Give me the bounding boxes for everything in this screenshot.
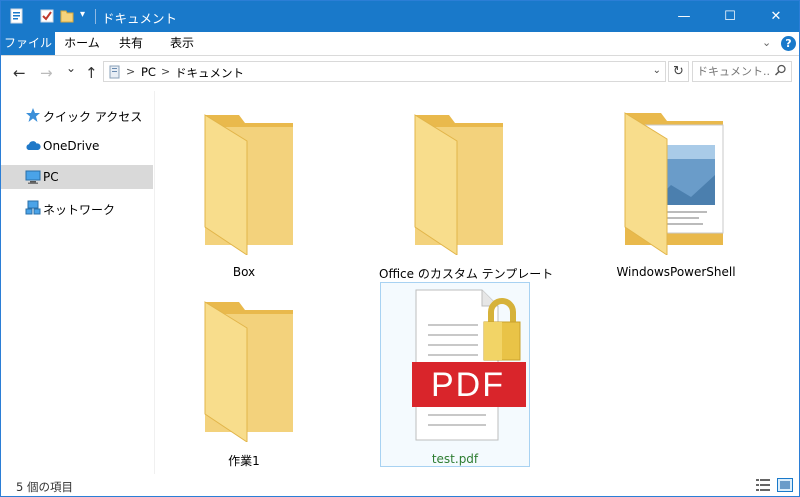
file-item-windowspowershell[interactable]: WindowsPowerShell bbox=[601, 105, 751, 290]
pdf-badge: PDF bbox=[431, 366, 505, 404]
file-name: Office のカスタム テンプレート bbox=[379, 267, 554, 281]
details-view-icon[interactable] bbox=[755, 478, 771, 492]
folder-icon bbox=[204, 301, 293, 442]
breadcrumb-documents[interactable]: ドキュメント bbox=[175, 65, 244, 81]
quick-access-dropdown-icon[interactable]: ▾ bbox=[80, 9, 85, 20]
help-button[interactable]: ? bbox=[781, 36, 796, 51]
up-button[interactable]: ↑ bbox=[85, 64, 98, 82]
large-icons-view-icon[interactable] bbox=[777, 478, 793, 492]
ribbon: ファイル ホーム 共有 表示 ⌄ ? bbox=[1, 32, 799, 56]
item-count: 5 個の項目 bbox=[16, 480, 73, 494]
back-button[interactable]: ← bbox=[13, 64, 26, 82]
refresh-button[interactable]: ↻ bbox=[668, 61, 689, 82]
status-bar: 5 個の項目 bbox=[1, 474, 799, 496]
computer-icon bbox=[25, 170, 41, 184]
folder-with-documents-icon bbox=[624, 112, 724, 255]
sidebar-item-label: クイック アクセス bbox=[43, 110, 143, 124]
checklist-icon[interactable] bbox=[39, 8, 55, 24]
cloud-icon bbox=[26, 141, 41, 150]
file-item-box[interactable]: Box bbox=[169, 105, 319, 290]
star-icon bbox=[26, 108, 40, 122]
maximize-button[interactable]: ☐ bbox=[707, 1, 753, 32]
close-icon: ✕ bbox=[770, 9, 782, 24]
title-bar: ▾ ドキュメント — ☐ ✕ bbox=[1, 1, 799, 32]
tab-file[interactable]: ファイル bbox=[1, 32, 55, 55]
folder-icon bbox=[414, 114, 503, 255]
tab-share[interactable]: 共有 bbox=[111, 32, 151, 55]
maximize-icon: ☐ bbox=[724, 9, 736, 24]
breadcrumb-separator: > bbox=[161, 65, 171, 78]
sidebar-item-quick-access[interactable]: クイック アクセス bbox=[1, 103, 153, 127]
search-icon[interactable] bbox=[774, 64, 787, 77]
file-item-test-pdf[interactable]: PDF test.pdf bbox=[380, 282, 530, 467]
search-box[interactable] bbox=[692, 61, 792, 82]
file-name: 作業1 bbox=[228, 454, 260, 468]
network-icon bbox=[25, 200, 41, 215]
minimize-icon: — bbox=[677, 9, 691, 24]
minimize-button[interactable]: — bbox=[661, 1, 707, 32]
sidebar-item-pc[interactable]: PC bbox=[1, 165, 153, 189]
file-name: Box bbox=[232, 265, 256, 279]
close-button[interactable]: ✕ bbox=[753, 1, 799, 32]
explorer-window: ▾ ドキュメント — ☐ ✕ ファイル ホーム 共有 表示 ⌄ ? ← → ⌄ … bbox=[0, 0, 800, 497]
navigation-pane: クイック アクセス OneDrive PC ネットワーク bbox=[1, 91, 155, 474]
pc-location-icon bbox=[109, 65, 120, 79]
breadcrumb-pc[interactable]: PC bbox=[141, 65, 156, 79]
sidebar-item-network[interactable]: ネットワーク bbox=[1, 196, 153, 220]
recent-locations-button[interactable]: ⌄ bbox=[66, 61, 76, 75]
title-separator bbox=[95, 9, 96, 24]
search-input[interactable] bbox=[697, 64, 769, 79]
file-name: test.pdf bbox=[431, 452, 479, 466]
navigation-bar: ← → ⌄ ↑ > PC > ドキュメント ⌄ ↻ bbox=[1, 56, 799, 90]
sidebar-item-label: ネットワーク bbox=[43, 203, 116, 217]
file-item-sagyou1[interactable]: 作業1 bbox=[169, 292, 319, 477]
properties-icon[interactable] bbox=[9, 8, 25, 24]
address-dropdown-icon[interactable]: ⌄ bbox=[653, 65, 661, 76]
address-bar[interactable]: > PC > ドキュメント ⌄ bbox=[103, 61, 666, 82]
window-title: ドキュメント bbox=[102, 11, 178, 26]
tab-view[interactable]: 表示 bbox=[159, 32, 205, 55]
sidebar-item-onedrive[interactable]: OneDrive bbox=[1, 134, 153, 158]
ribbon-expand-icon[interactable]: ⌄ bbox=[762, 36, 771, 49]
file-name: WindowsPowerShell bbox=[616, 265, 736, 279]
folder-icon bbox=[204, 114, 293, 255]
new-folder-icon[interactable] bbox=[59, 8, 75, 24]
sidebar-item-label: OneDrive bbox=[43, 139, 100, 153]
breadcrumb-separator: > bbox=[126, 65, 136, 78]
tab-home[interactable]: ホーム bbox=[59, 32, 105, 55]
forward-button[interactable]: → bbox=[40, 64, 53, 82]
sidebar-item-label: PC bbox=[43, 170, 59, 184]
file-view: Box Office のカスタム テンプレート WindowsPowerShel… bbox=[155, 91, 799, 474]
file-item-office-templates[interactable]: Office のカスタム テンプレート bbox=[379, 105, 554, 290]
